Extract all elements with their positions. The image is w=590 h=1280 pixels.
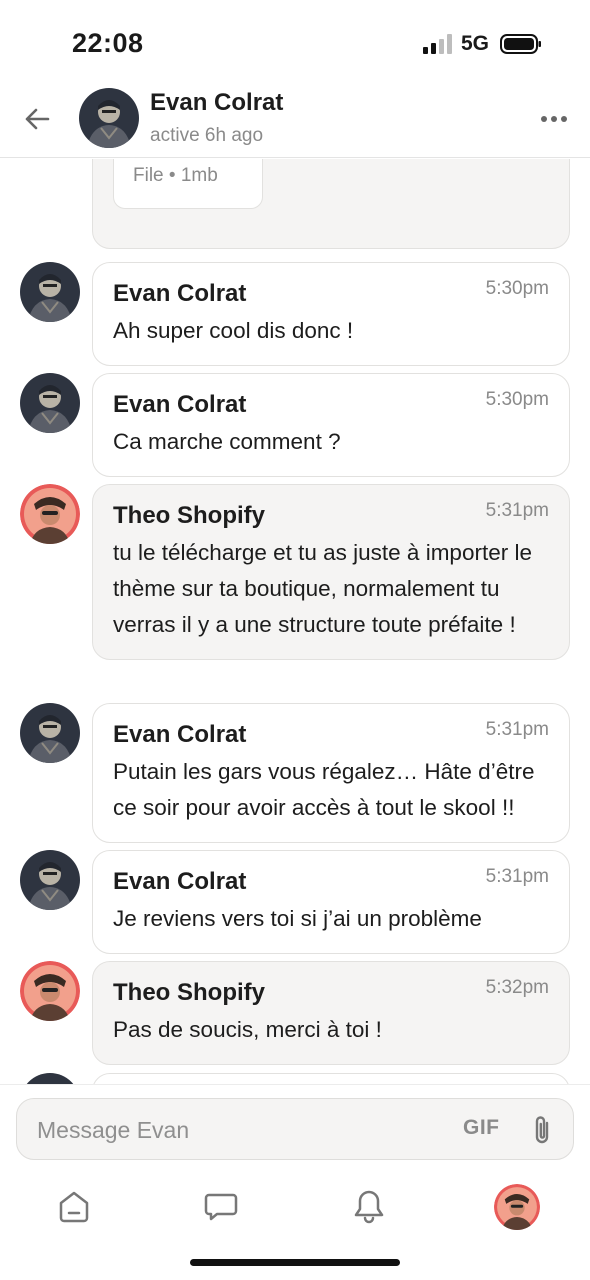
message-bubble: Theo Shopify 5:31pm tu le télécharge et tu… bbox=[92, 484, 570, 660]
status-bar: 22:08 5G bbox=[0, 0, 590, 80]
message-text: Pas de soucis, merci à toi ! bbox=[113, 1017, 382, 1042]
message-sender[interactable]: Evan Colrat bbox=[113, 279, 549, 309]
avatar[interactable] bbox=[20, 703, 80, 763]
avatar[interactable] bbox=[20, 961, 80, 1021]
file-message-bubble: File • 1mb bbox=[92, 159, 570, 249]
message-bubble-partial bbox=[92, 1073, 570, 1084]
file-attachment-card[interactable]: File • 1mb bbox=[113, 159, 263, 209]
avatar[interactable] bbox=[20, 1073, 80, 1084]
message-text: Ca marche comment ? bbox=[113, 429, 341, 454]
composer: GIF bbox=[16, 1098, 574, 1160]
message-time: 5:31pm bbox=[485, 500, 549, 521]
more-dots-icon[interactable] bbox=[540, 114, 568, 124]
avatar[interactable] bbox=[20, 262, 80, 322]
contact-active-status: active 6h ago bbox=[150, 125, 264, 146]
home-icon[interactable] bbox=[56, 1188, 92, 1224]
home-indicator bbox=[190, 1259, 400, 1266]
message-time: 5:30pm bbox=[485, 389, 549, 410]
bell-icon[interactable] bbox=[351, 1188, 387, 1224]
chat-icon[interactable] bbox=[203, 1188, 239, 1224]
back-arrow-icon[interactable] bbox=[22, 104, 52, 134]
message-time: 5:31pm bbox=[485, 866, 549, 887]
gif-button[interactable]: GIF bbox=[463, 1116, 500, 1140]
avatar[interactable] bbox=[20, 850, 80, 910]
avatar[interactable] bbox=[20, 484, 80, 544]
message-list[interactable]: File • 1mb Evan Colrat 5:30pm Ah super coo… bbox=[0, 159, 590, 1084]
battery-icon bbox=[500, 34, 541, 54]
profile-avatar[interactable] bbox=[494, 1184, 540, 1230]
message-sender[interactable]: Theo Shopify bbox=[113, 501, 549, 531]
file-meta: File • 1mb bbox=[133, 165, 218, 186]
message-bubble: Evan Colrat 5:31pm Je reviens vers toi si … bbox=[92, 850, 570, 954]
message-text: Ah super cool dis donc ! bbox=[113, 318, 354, 343]
message-sender[interactable]: Evan Colrat bbox=[113, 720, 549, 750]
message-text: Je reviens vers toi si j’ai un problème bbox=[113, 906, 482, 931]
message-time: 5:30pm bbox=[485, 278, 549, 299]
message-time: 5:32pm bbox=[485, 977, 549, 998]
contact-avatar[interactable] bbox=[79, 88, 139, 148]
message-bubble: Evan Colrat 5:30pm Ca marche comment ? bbox=[92, 373, 570, 477]
signal-icon bbox=[423, 34, 452, 54]
message-sender[interactable]: Theo Shopify bbox=[113, 978, 549, 1008]
message-text: tu le télécharge et tu as juste à import… bbox=[113, 540, 532, 637]
contact-name: Evan Colrat bbox=[150, 89, 284, 116]
network-type: 5G bbox=[461, 32, 490, 55]
status-time: 22:08 bbox=[72, 28, 144, 58]
message-time: 5:31pm bbox=[485, 719, 549, 740]
message-input[interactable] bbox=[37, 1116, 417, 1144]
composer-area: GIF bbox=[0, 1084, 590, 1280]
message-bubble: Evan Colrat 5:31pm Putain les gars vous ré… bbox=[92, 703, 570, 843]
message-sender[interactable]: Evan Colrat bbox=[113, 390, 549, 420]
message-text: Putain les gars vous régalez… Hâte d’êtr… bbox=[113, 759, 535, 820]
avatar[interactable] bbox=[20, 373, 80, 433]
message-bubble: Theo Shopify 5:32pm Pas de soucis, merci à… bbox=[92, 961, 570, 1065]
chat-header: Evan Colrat active 6h ago bbox=[0, 80, 590, 158]
attach-paperclip-icon[interactable] bbox=[529, 1113, 555, 1147]
message-sender[interactable]: Evan Colrat bbox=[113, 867, 549, 897]
message-bubble: Evan Colrat 5:30pm Ah super cool dis donc … bbox=[92, 262, 570, 366]
